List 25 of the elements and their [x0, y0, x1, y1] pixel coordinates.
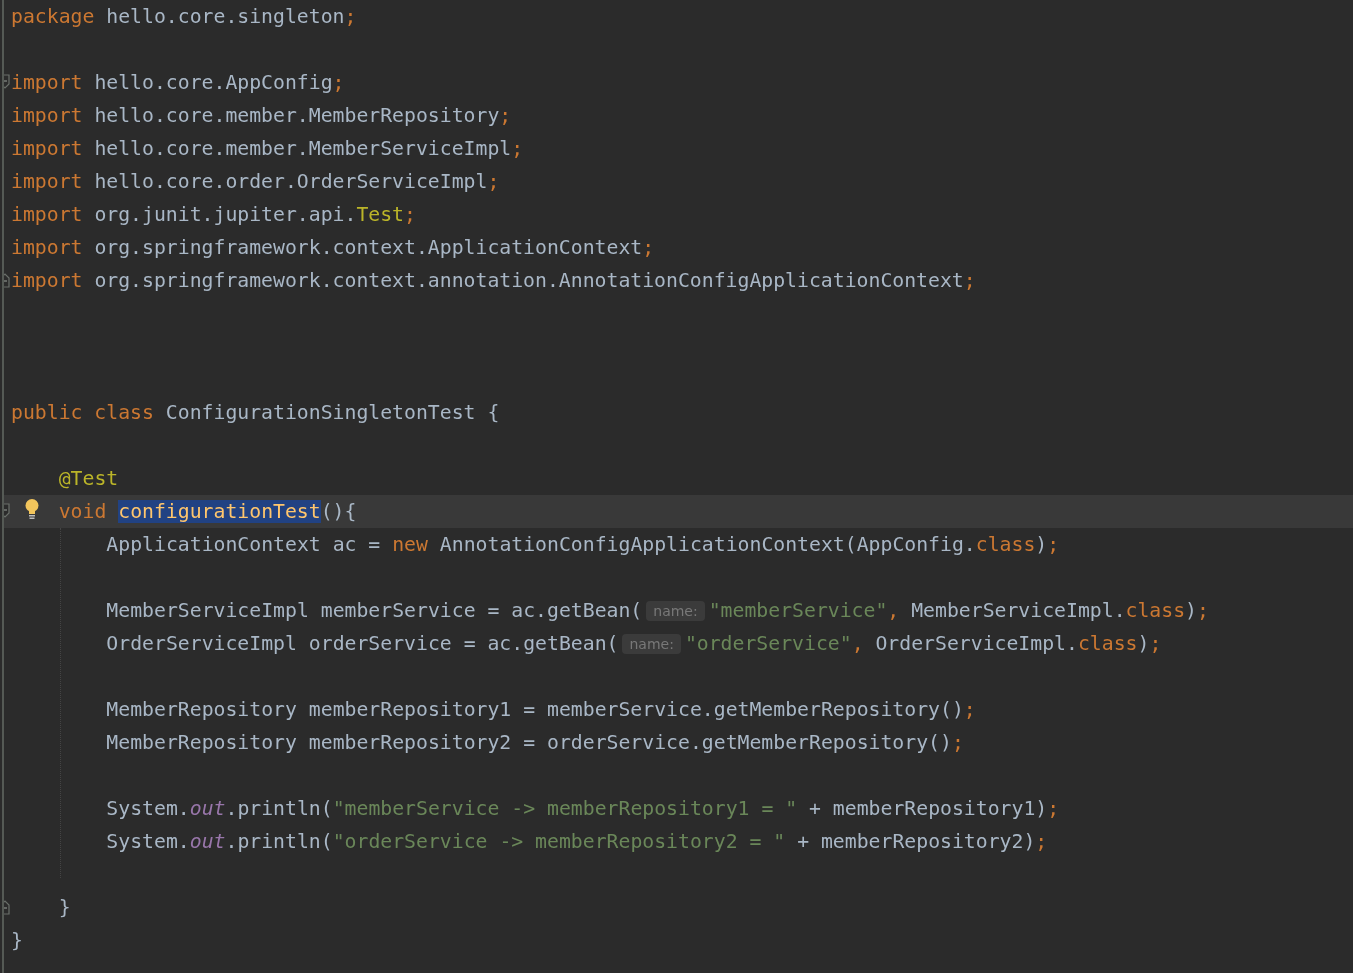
code-line: MemberRepository memberRepository2 = orderService.getMemberRepository();: [106, 731, 964, 754]
code-line: package hello.core.singleton;: [11, 5, 357, 28]
code-line: import hello.core.order.OrderServiceImpl;: [11, 170, 500, 193]
code-line: void configurationTest(){: [58, 500, 357, 523]
code-line: "memberService", MemberServiceImpl.class);: [708, 599, 1209, 622]
code-line: public class ConfigurationSingletonTest {: [11, 401, 500, 424]
lightbulb-icon[interactable]: [24, 498, 40, 520]
code-line: import hello.core.member.MemberRepository;: [11, 104, 512, 127]
code-line: import org.springframework.context.ApplicationContext;: [11, 236, 655, 259]
code-line: @Test: [58, 467, 119, 490]
code-line: System.out.println("memberService -> memberRepository1 = " + memberRepository1);: [106, 797, 1060, 820]
code-line: import hello.core.member.MemberServiceImpl;: [11, 137, 524, 160]
code-line: import hello.core.AppConfig;: [11, 71, 345, 94]
inlay-hint: name:: [646, 600, 705, 621]
code-line: OrderServiceImpl orderService = ac.getBean(: [106, 632, 619, 655]
code-line: }: [58, 896, 71, 919]
code-line: }: [11, 929, 23, 952]
code-line: MemberRepository memberRepository1 = memberService.getMemberRepository();: [106, 698, 976, 721]
code-line: MemberServiceImpl memberService = ac.getBean(: [106, 599, 643, 622]
code-line: "orderService", OrderServiceImpl.class);: [684, 632, 1162, 655]
code-line: import org.junit.jupiter.api.Test;: [11, 203, 416, 226]
code-line: ApplicationContext ac = new AnnotationConfigApplicationContext(AppConfig.class);: [106, 533, 1060, 556]
code-line: import org.springframework.context.annotation.AnnotationConfigApplicationContext;: [11, 269, 976, 292]
inlay-hint: name:: [622, 633, 681, 654]
code-line: System.out.println("orderService -> memberRepository2 = " + memberRepository2);: [106, 830, 1048, 853]
